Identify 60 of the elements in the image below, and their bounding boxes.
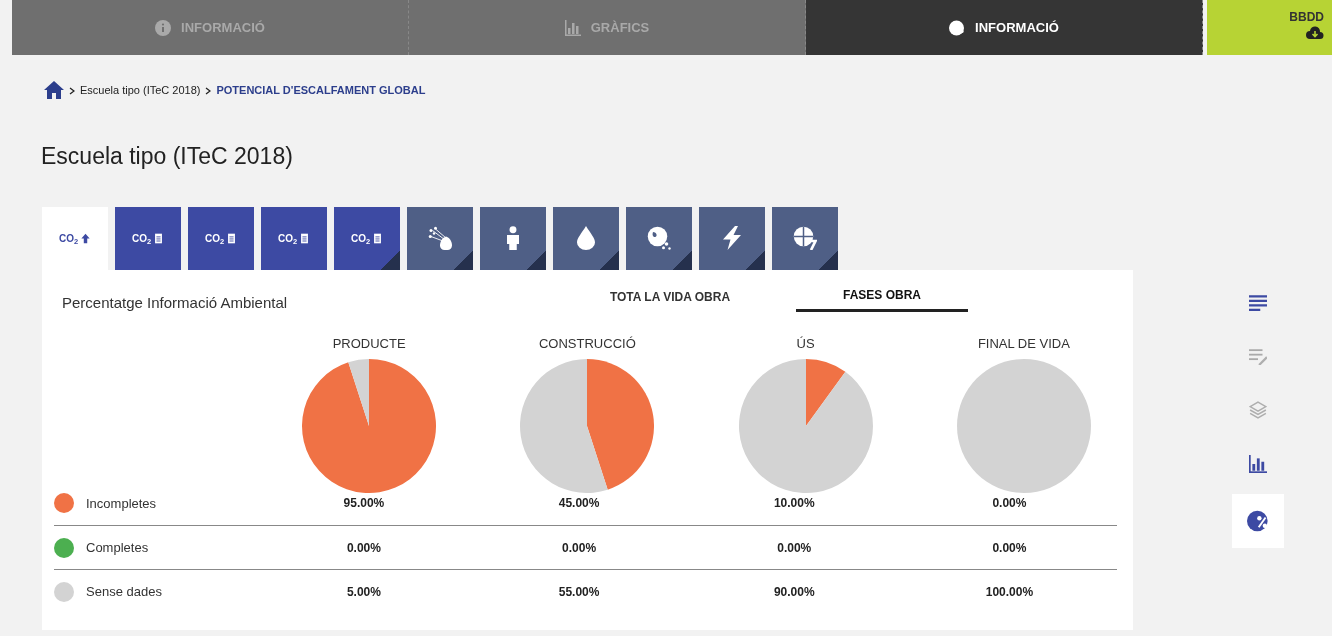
impact-tab[interactable]: [699, 206, 765, 270]
home-icon: [44, 81, 64, 100]
impact-tab[interactable]: CO$_{2}$: [261, 206, 327, 270]
bar-chart-icon: [564, 19, 581, 36]
table-cell-text: 0.00%: [991, 495, 1028, 513]
impact-tab[interactable]: [407, 206, 473, 270]
document-icon: [299, 232, 311, 244]
page-title: Escuela tipo (ITeC 2018): [41, 143, 294, 171]
table-cell-text: 90.00%: [772, 583, 816, 601]
phase-title: ÚS: [796, 335, 815, 352]
table-cell-text: 100.00%: [984, 583, 1035, 601]
list-icon: [1249, 292, 1267, 311]
phase-title: CONSTRUCCIÓ: [539, 335, 636, 352]
globe-layer-icon: [793, 226, 817, 251]
phase-title: FINAL DE VIDA: [977, 335, 1070, 352]
document-icon: [372, 232, 384, 244]
cloud-download-icon: [1306, 26, 1324, 40]
impact-tab[interactable]: CO$_{2}$: [188, 206, 254, 270]
side-nav-button[interactable]: [1232, 493, 1284, 548]
table-cell-text: 0.00%: [561, 539, 598, 557]
legend-label: Incompletes: [86, 494, 157, 513]
chevron-right-icon: [205, 86, 212, 95]
table-cell-text: 5.00%: [345, 583, 382, 601]
edit-list-icon: [1249, 346, 1267, 365]
nav-tab[interactable]: INFORMACIÓ: [806, 0, 1203, 55]
impact-tab[interactable]: CO$_{2}$: [334, 206, 400, 270]
impact-tab[interactable]: [553, 206, 619, 270]
bbdd-button[interactable]: BBDD: [1207, 0, 1332, 55]
impact-tab[interactable]: [480, 206, 546, 270]
phase-title: PRODUCTE: [332, 335, 406, 352]
breadcrumb-current: POTENCIAL D'ESCALFAMENT GLOBAL: [216, 82, 426, 98]
breadcrumb-link[interactable]: Escuela tipo (ITeC 2018): [80, 81, 201, 99]
table-cell-text: 55.00%: [557, 583, 601, 601]
impact-tab[interactable]: CO$_{2}$: [115, 206, 181, 270]
particles-bag-icon: [428, 226, 452, 251]
chevron-right-icon: [69, 86, 75, 95]
view-tab[interactable]: FASES OBRA: [796, 279, 968, 312]
layers-icon: [1249, 400, 1267, 419]
table-cell-text: 0.00%: [345, 539, 382, 557]
document-icon: [153, 232, 165, 244]
legend-label: Sense dades: [86, 583, 162, 602]
table-cell-text: 0.00%: [991, 539, 1028, 557]
lightning-icon: [720, 226, 744, 251]
table-cell-text: 45.00%: [557, 495, 601, 513]
arrow-up-icon: [80, 232, 92, 244]
impact-tab[interactable]: [626, 206, 692, 270]
document-icon: [226, 232, 238, 244]
table-cell-text: 0.00%: [776, 539, 813, 557]
card-heading: Percentatge Informació Ambiental: [62, 292, 289, 313]
view-tab[interactable]: TOTA LA VIDA OBRA: [584, 279, 756, 312]
impact-tab[interactable]: CO$_{2}$: [42, 206, 108, 270]
home-link[interactable]: [44, 81, 64, 100]
globe-icon: [647, 226, 671, 251]
legend-label: Completes: [86, 539, 149, 558]
drop-icon: [574, 226, 598, 251]
impact-tab[interactable]: [772, 206, 838, 270]
table-cell-text: 10.00%: [772, 495, 816, 513]
bar-chart-icon: [1249, 454, 1267, 473]
table-cell-text: 95.00%: [342, 495, 386, 513]
info-icon: [155, 19, 172, 36]
